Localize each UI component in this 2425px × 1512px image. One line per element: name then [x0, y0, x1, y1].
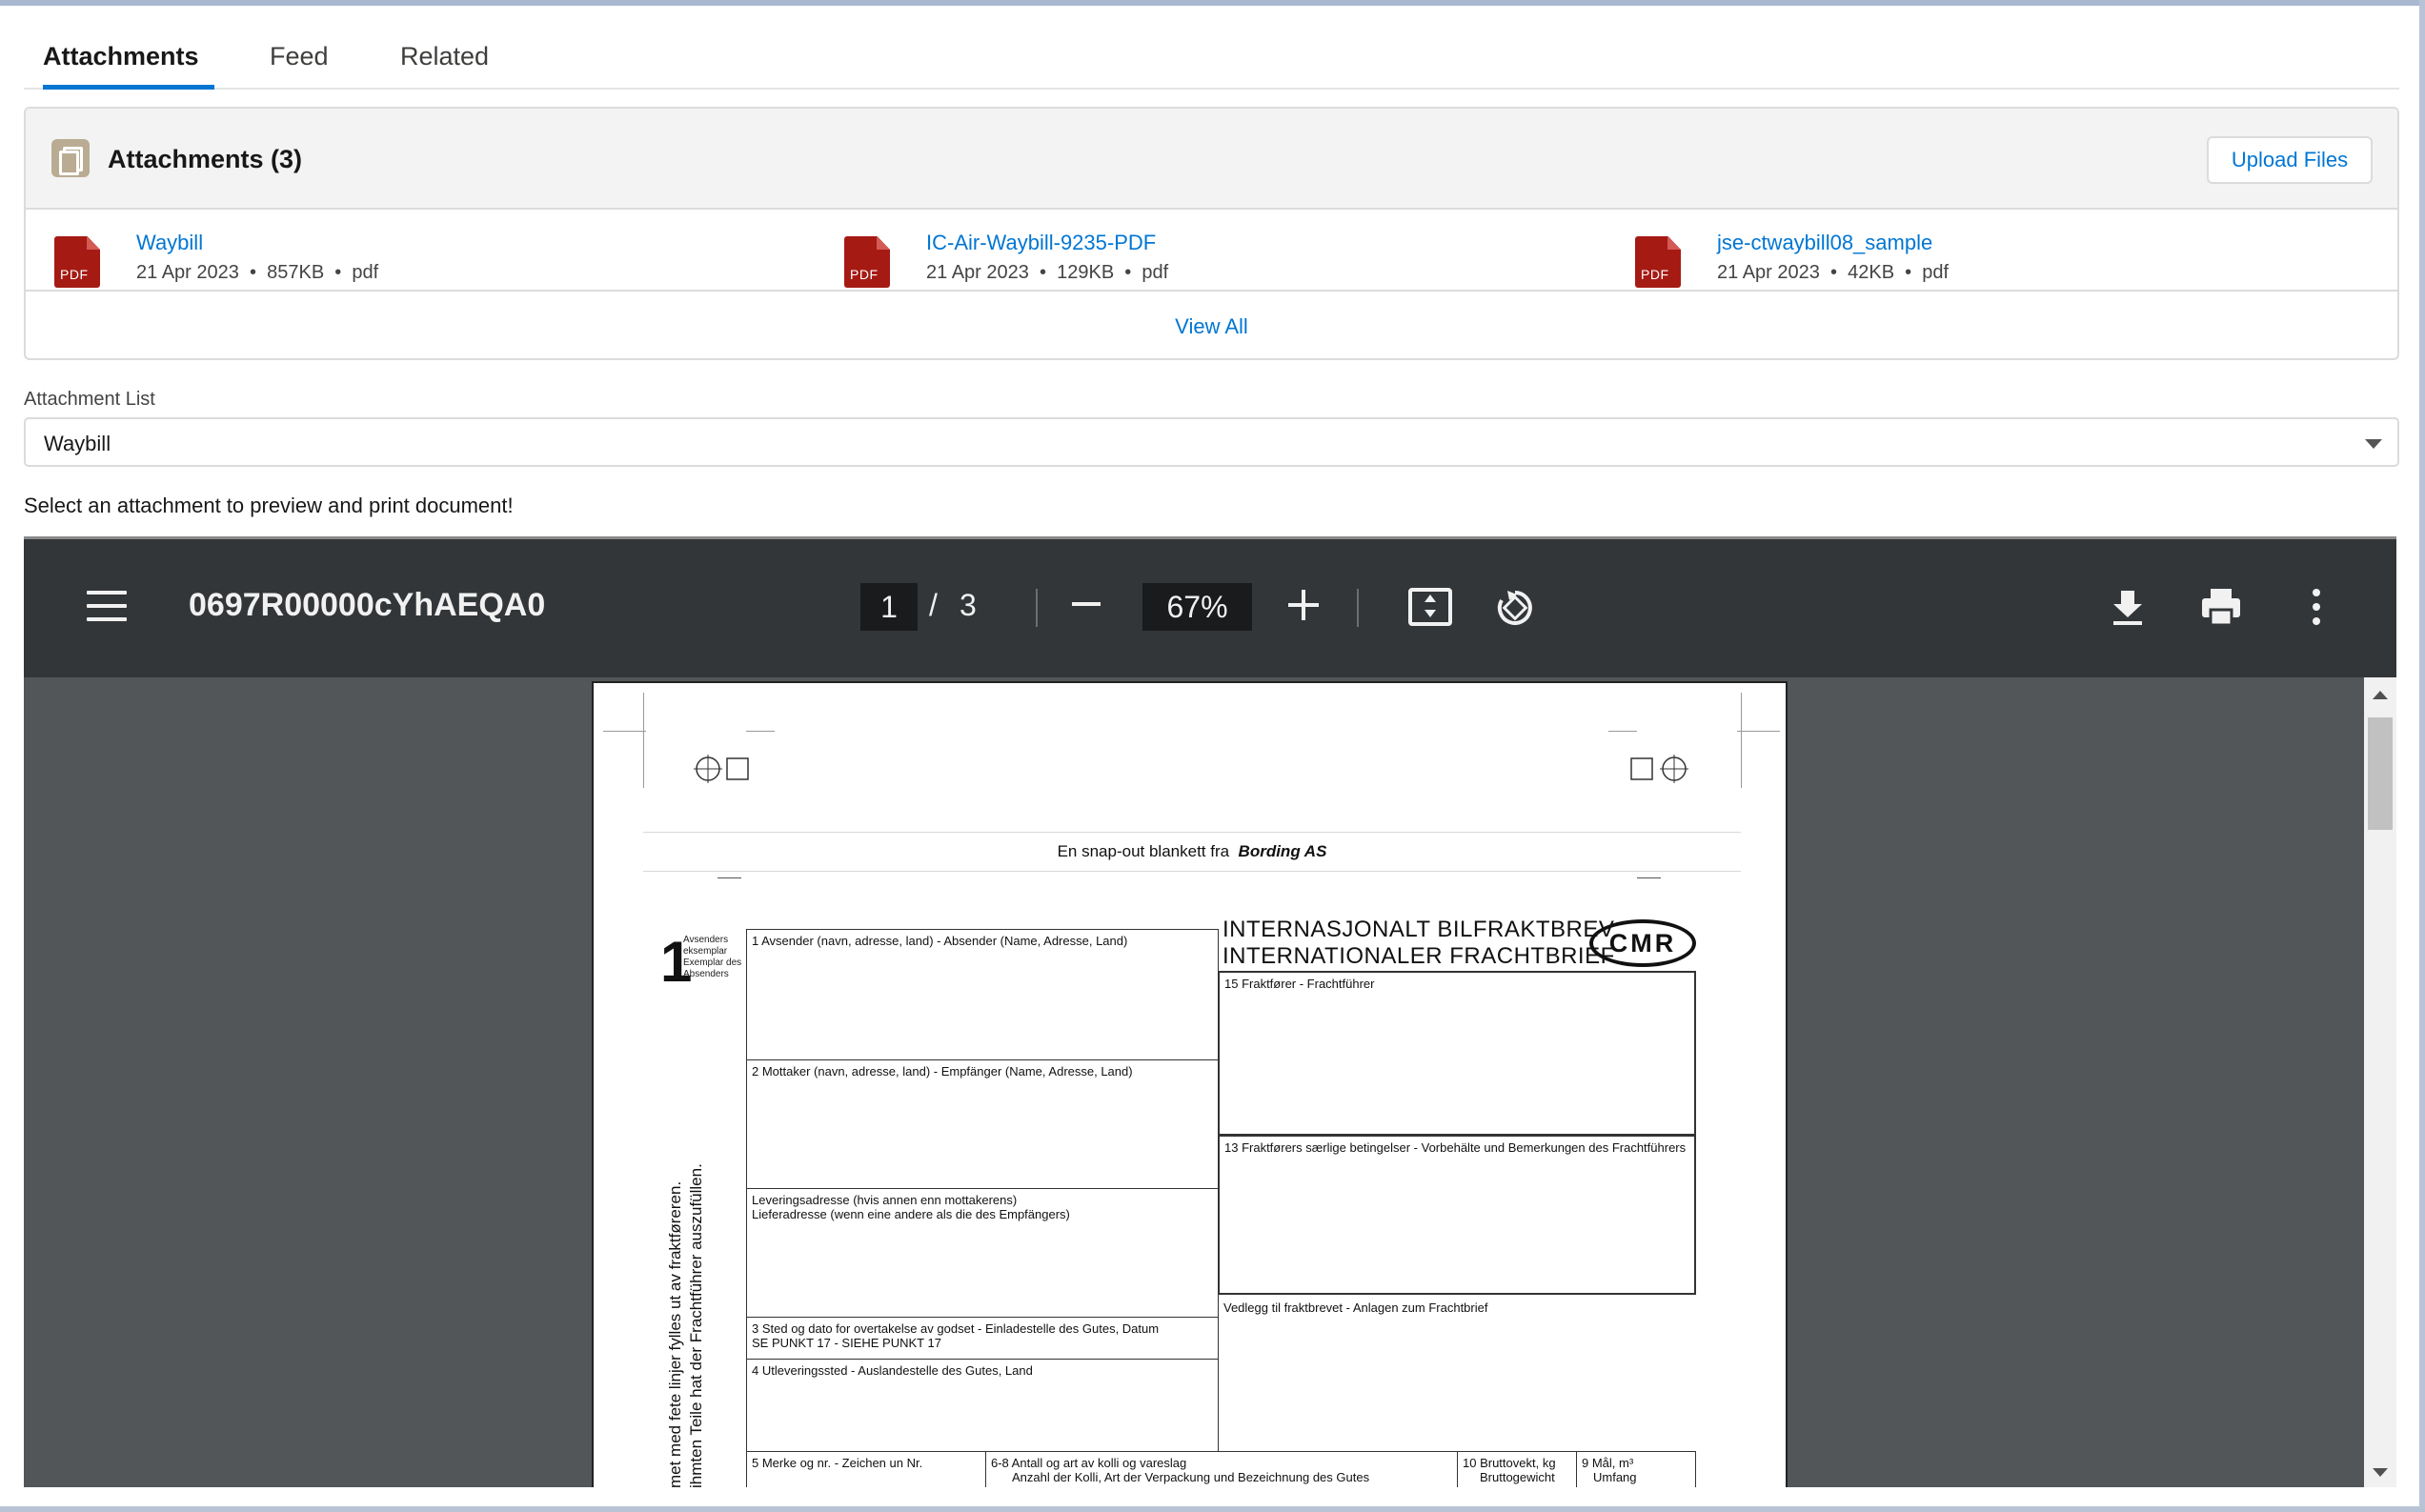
zoom-out-icon[interactable] [1072, 602, 1101, 606]
crop-mark [1737, 731, 1780, 732]
zoom-in-icon[interactable] [1288, 590, 1319, 620]
volume-box: 9 Mål, m³ Umfang [1576, 1451, 1696, 1487]
rotate-icon[interactable] [1494, 587, 1536, 629]
page-total: 3 [960, 588, 977, 622]
delivery-place-box: 4 Utleveringssted - Auslandestelle des G… [746, 1359, 1219, 1452]
crop-mark [1608, 731, 1637, 732]
attachment-list-label: Attachment List [24, 389, 155, 410]
crop-mark [603, 731, 646, 732]
toolbar-divider [1357, 589, 1359, 627]
consignee-box: 2 Mottaker (navn, adresse, land) - Empfä… [746, 1059, 1219, 1189]
tab-bar: Attachments Feed Related [24, 32, 2399, 90]
attachments-card-header: Attachments (3) Upload Files [26, 109, 2397, 210]
toolbar-divider [1036, 589, 1038, 627]
registration-mark-icon [694, 755, 749, 783]
registration-mark-icon [1630, 755, 1688, 783]
carrier-box: 15 Fraktfører - Frachtführer [1218, 971, 1696, 1136]
attachment-list-value: Waybill [44, 432, 111, 455]
attachments-title: Attachments (3) [108, 145, 303, 173]
crop-mark [717, 877, 741, 878]
crop-mark [1637, 877, 1661, 878]
rotated-instructions: met med fete linjer fylles ut av fraktfø… [666, 1163, 705, 1487]
marks-box: 5 Merke og nr. - Zeichen un Nr. [746, 1451, 986, 1487]
attachment-link-waybill[interactable]: Waybill [136, 231, 203, 255]
bottom-edge [0, 1506, 2425, 1512]
print-icon[interactable] [2199, 585, 2243, 629]
pdf-toolbar: 0697R00000cYhAEQA0 1 / 3 67% [24, 539, 2396, 677]
page-number-input[interactable]: 1 [860, 583, 918, 631]
tab-attachments[interactable]: Attachments [43, 42, 214, 90]
scroll-down-icon[interactable] [2373, 1468, 2388, 1477]
attachment-meta: 21 Apr 2023 • 857KB • pdf [136, 262, 379, 283]
zoom-level-input[interactable]: 67% [1142, 583, 1252, 631]
tab-related[interactable]: Related [400, 42, 489, 90]
tab-feed[interactable]: Feed [270, 42, 329, 90]
snap-out-banner: En snap-out blankett fra Bording AS [643, 832, 1741, 872]
right-edge [2419, 0, 2425, 1512]
attachments-card-footer: View All [26, 290, 2397, 358]
pdf-page: En snap-out blankett fra Bording AS 1 Av… [592, 681, 1788, 1487]
menu-icon[interactable] [87, 591, 127, 621]
crop-mark [643, 693, 644, 788]
top-accent-strip [0, 0, 2425, 6]
pdf-page-area: En snap-out blankett fra Bording AS 1 Av… [24, 677, 2396, 1487]
pickup-place-box: 3 Sted og dato for overtakelse av godset… [746, 1317, 1219, 1360]
preview-hint: Select an attachment to preview and prin… [24, 494, 514, 517]
form-title: INTERNASJONALT BILFRAKTBREV INTERNATIONA… [1223, 917, 1615, 969]
upload-files-button[interactable]: Upload Files [2207, 136, 2373, 184]
attachments-card: Attachments (3) Upload Files PDF Waybill… [24, 107, 2399, 360]
sender-box: 1 Avsender (navn, adresse, land) - Absen… [746, 929, 1219, 1060]
carrier-conditions-box: 13 Fraktførers særlige betingelser - Vor… [1218, 1135, 1696, 1295]
gross-weight-box: 10 Bruttovekt, kg Bruttogewicht [1457, 1451, 1577, 1487]
page-separator: / [929, 588, 938, 622]
chevron-down-icon [2365, 439, 2382, 449]
crop-mark [746, 731, 775, 732]
attachment-list-select[interactable]: Waybill [24, 417, 2399, 467]
packages-box: 6-8 Antall og art av kolli og vareslag A… [985, 1451, 1458, 1487]
view-all-link[interactable]: View All [1175, 314, 1248, 339]
crop-mark [1741, 693, 1742, 788]
cmr-logo: CMR [1589, 919, 1696, 967]
document-title: 0697R00000cYhAEQA0 [189, 587, 546, 623]
files-icon [51, 139, 90, 177]
delivery-address-box: Leveringsadresse (hvis annen enn mottake… [746, 1188, 1219, 1318]
attachment-meta: 21 Apr 2023 • 42KB • pdf [1717, 262, 1950, 283]
attachment-link-jse-ctwaybill[interactable]: jse-ctwaybill08_sample [1717, 231, 1932, 255]
more-options-icon[interactable] [2294, 585, 2338, 629]
scroll-thumb[interactable] [2368, 717, 2393, 830]
viewer-scrollbar[interactable] [2364, 677, 2396, 1487]
download-icon[interactable] [2106, 585, 2150, 629]
copy-label: Avsenders eksemplar Exemplar des Absende… [683, 935, 742, 979]
attachment-link-ic-air-waybill[interactable]: IC-Air-Waybill-9235-PDF [926, 231, 1156, 255]
attachment-meta: 21 Apr 2023 • 129KB • pdf [926, 262, 1169, 283]
fit-page-icon[interactable] [1408, 588, 1452, 626]
scroll-up-icon[interactable] [2373, 691, 2388, 699]
attachments-note: Vedlegg til fraktbrevet - Anlagen zum Fr… [1223, 1300, 1488, 1315]
pdf-viewer: 0697R00000cYhAEQA0 1 / 3 67% En snap-out… [24, 536, 2396, 1487]
